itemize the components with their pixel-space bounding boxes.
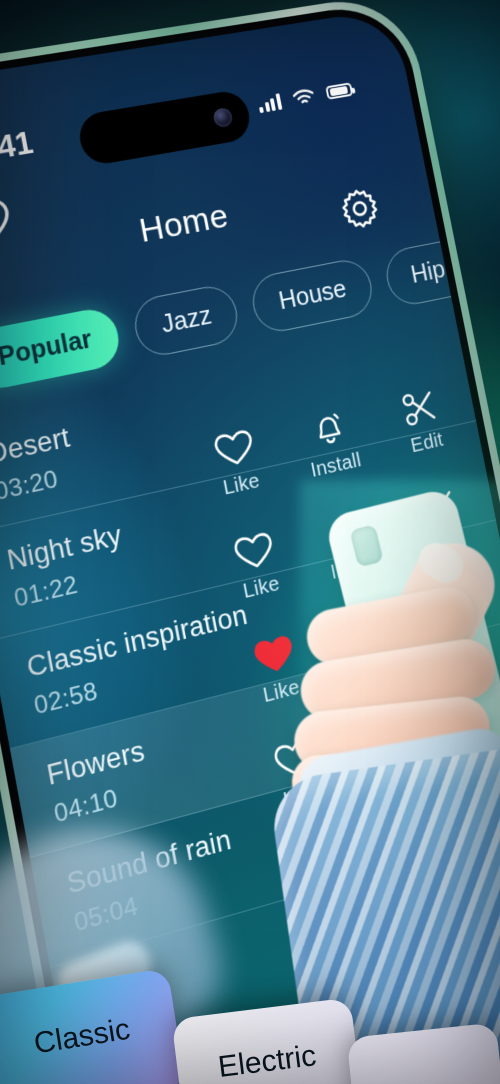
bell-icon	[387, 813, 432, 863]
track-meta: Night sky 01:22	[5, 520, 131, 614]
scissors-icon	[418, 485, 461, 530]
like-button-active[interactable]: Like	[237, 627, 317, 712]
edit-label: Edit	[489, 832, 500, 863]
genre-card-row[interactable]: Classic Electric	[0, 967, 500, 1084]
page-title: Home	[136, 196, 232, 250]
scissors-icon	[479, 787, 500, 835]
battery-icon	[325, 82, 354, 100]
scene: 9:41 Home Popular Jazz House Desert 03:2…	[0, 0, 500, 1084]
status-bar-clock: 9:41	[0, 124, 36, 171]
bell-icon	[306, 405, 351, 452]
cellular-signal-icon	[257, 92, 283, 113]
chip-popular[interactable]: Popular	[0, 304, 124, 394]
edit-button[interactable]: Edit	[465, 784, 500, 869]
scissors-icon	[458, 686, 500, 733]
genre-card-label: Electric	[216, 1039, 319, 1084]
heart-icon	[271, 734, 319, 783]
genre-card-label: Classic	[31, 1012, 133, 1061]
chip-house[interactable]: House	[248, 255, 377, 336]
gear-icon	[335, 183, 385, 234]
wifi-icon	[291, 87, 316, 108]
status-bar-icons	[257, 80, 354, 113]
edit-label: Edit	[429, 528, 466, 558]
heart-icon	[231, 528, 278, 575]
genre-card-classic[interactable]: Classic	[0, 967, 187, 1084]
track-meta: Desert 03:20	[0, 422, 79, 508]
like-button[interactable]: Like	[257, 731, 337, 817]
scissors-icon	[438, 585, 481, 631]
like-button[interactable]: Like	[217, 525, 297, 608]
genre-card-third[interactable]	[346, 1022, 500, 1084]
heart-icon	[251, 631, 298, 679]
track-meta: Flowers 04:10	[44, 735, 154, 830]
genre-card-electric[interactable]: Electric	[171, 997, 365, 1084]
chip-jazz[interactable]: Jazz	[130, 281, 243, 360]
edit-button[interactable]: Edit	[445, 682, 500, 765]
bell-icon	[346, 608, 391, 657]
bell-icon	[366, 710, 411, 760]
edit-label: Edit	[409, 428, 446, 458]
install-button[interactable]: Install	[292, 402, 370, 484]
bell-icon	[326, 506, 371, 554]
scissors-icon	[398, 386, 441, 430]
like-button[interactable]: Like	[197, 422, 277, 504]
heart-icon	[291, 839, 339, 889]
track-duration: 03:20	[0, 465, 61, 507]
edit-label: Edit	[469, 730, 500, 761]
bell-icon	[407, 917, 452, 957]
front-camera-icon	[212, 106, 234, 129]
edit-button[interactable]: Edit	[425, 582, 500, 664]
edit-button[interactable]: Edit	[405, 482, 481, 563]
edit-button[interactable]: Edit	[385, 383, 461, 462]
heart-icon	[211, 425, 258, 471]
